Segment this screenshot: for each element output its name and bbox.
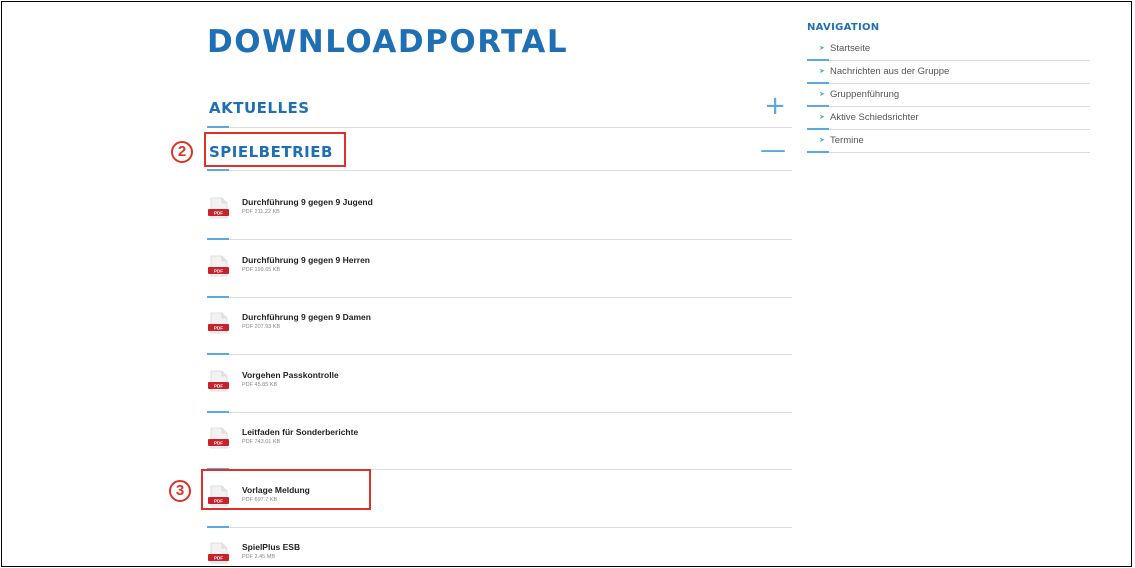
accent-bar — [207, 353, 229, 355]
nav-item-label[interactable]: Gruppenführung — [830, 89, 899, 100]
section-aktuelles[interactable]: AKTUELLES + — [207, 91, 792, 125]
page-frame: DOWNLOADPORTAL AKTUELLES + SPIELBETRIEB … — [1, 1, 1132, 567]
pdf-file-icon: PDF — [208, 255, 229, 276]
svg-text:PDF: PDF — [214, 441, 223, 446]
accent-bar — [207, 295, 229, 298]
callout-number-3: 3 — [169, 480, 191, 502]
sidebar-navigation: NAVIGATION ➤ Startseite ➤ Nachrichten aus d… — [807, 22, 1090, 153]
download-name[interactable]: Vorgehen Passkontrolle — [242, 370, 339, 380]
download-meta: PDF 207.93 KB — [242, 324, 281, 330]
divider — [207, 296, 792, 298]
download-item[interactable]: PDF SpielPlus ESB PDF 2.45 MB — [207, 537, 792, 566]
callout-box-3 — [201, 469, 371, 510]
arrow-right-icon: ➤ — [819, 91, 825, 98]
svg-text:PDF: PDF — [214, 211, 223, 216]
nav-item-label[interactable]: Startseite — [830, 43, 870, 54]
download-name[interactable]: Durchführung 9 gegen 9 Jugend — [242, 197, 373, 207]
nav-item-label[interactable]: Nachrichten aus der Gruppe — [830, 66, 949, 77]
callout-number-2: 2 — [171, 141, 193, 163]
pdf-file-icon: PDF — [208, 427, 229, 449]
page-title: DOWNLOADPORTAL — [207, 24, 569, 60]
download-meta: PDF 211.22 KB — [242, 209, 280, 215]
svg-text:PDF: PDF — [214, 383, 223, 388]
nav-list: ➤ Startseite ➤ Nachrichten aus der Gruppe ➤ G… — [807, 38, 1090, 153]
nav-item[interactable]: ➤ Nachrichten aus der Gruppe — [807, 61, 1090, 84]
download-item[interactable]: PDF Durchführung 9 gegen 9 Jugend PDF 211.… — [207, 192, 792, 236]
nav-item[interactable]: ➤ Aktive Schiedsrichter — [807, 107, 1090, 130]
svg-text:PDF: PDF — [214, 268, 223, 273]
download-item[interactable]: PDF Leitfaden für Sonderberichte PDF 743.0… — [207, 422, 792, 466]
accent-bar — [207, 238, 229, 240]
divider — [207, 239, 792, 240]
nav-item-label[interactable]: Termine — [830, 135, 864, 146]
divider — [207, 170, 792, 171]
section-title[interactable]: AKTUELLES — [209, 97, 310, 119]
divider — [207, 411, 792, 413]
svg-text:PDF: PDF — [214, 326, 223, 331]
nav-item[interactable]: ➤ Gruppenführung — [807, 84, 1090, 107]
pdf-file-icon: PDF — [208, 542, 229, 564]
collapse-icon[interactable]: — — [760, 135, 786, 165]
download-item[interactable]: PDF Vorgehen Passkontrolle PDF 45.85 KB — [207, 365, 792, 409]
pdf-file-icon: PDF — [208, 197, 229, 219]
download-name[interactable]: Durchführung 9 gegen 9 Damen — [242, 312, 371, 322]
svg-text:PDF: PDF — [214, 556, 223, 561]
callout-box-2 — [204, 132, 346, 167]
divider — [207, 526, 792, 528]
download-meta: PDF 2.45 MB — [242, 554, 276, 560]
download-name[interactable]: SpielPlus ESB — [242, 542, 300, 552]
pdf-file-icon: PDF — [208, 370, 229, 391]
nav-title: NAVIGATION — [807, 22, 880, 33]
accent-bar — [207, 169, 229, 171]
download-item[interactable]: PDF Durchführung 9 gegen 9 Damen PDF 207.9… — [207, 307, 792, 351]
download-meta: PDF 743.01 KB — [242, 439, 281, 445]
download-item[interactable]: PDF Durchführung 9 gegen 9 Herren PDF 199.… — [207, 250, 792, 294]
download-name[interactable]: Leitfaden für Sonderberichte — [242, 427, 358, 437]
download-name[interactable]: Durchführung 9 gegen 9 Herren — [242, 255, 370, 265]
arrow-right-icon: ➤ — [819, 68, 825, 75]
arrow-right-icon: ➤ — [819, 114, 825, 121]
arrow-right-icon: ➤ — [819, 45, 825, 52]
nav-item[interactable]: ➤ Startseite — [807, 38, 1090, 61]
accent-bar — [807, 151, 829, 153]
accent-bar — [207, 126, 229, 128]
arrow-right-icon: ➤ — [819, 137, 825, 144]
nav-item-label[interactable]: Aktive Schiedsrichter — [830, 112, 919, 123]
accent-bar — [207, 410, 229, 413]
accent-bar — [207, 525, 229, 528]
download-meta: PDF 199.65 KB — [242, 266, 281, 273]
nav-item[interactable]: ➤ Termine — [807, 130, 1090, 153]
expand-icon[interactable]: + — [764, 91, 786, 121]
divider — [207, 127, 792, 128]
pdf-file-icon: PDF — [208, 312, 229, 334]
download-meta: PDF 45.85 KB — [242, 381, 278, 388]
divider — [207, 354, 792, 355]
